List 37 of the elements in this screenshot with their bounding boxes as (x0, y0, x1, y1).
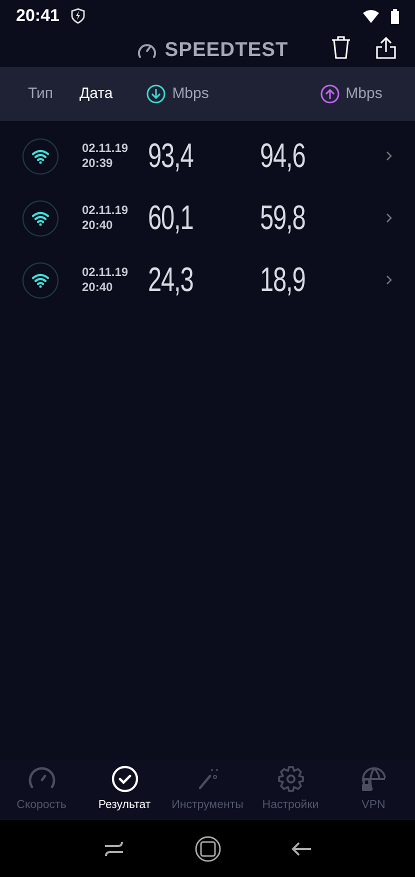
result-row[interactable]: 02.11.19 20:40 24,3 18,9 (0, 249, 415, 311)
delete-icon[interactable] (331, 36, 351, 60)
share-icon[interactable] (375, 36, 397, 60)
battery-icon (391, 8, 399, 24)
nav-tab[interactable]: Результат (83, 765, 166, 815)
upload-speed: 94,6 (260, 136, 306, 176)
result-date: 02.11.19 (82, 203, 130, 218)
status-time: 20:41 (16, 5, 60, 28)
column-header[interactable]: Дата (79, 82, 146, 106)
result-row[interactable]: 02.11.19 20:39 93,4 94,6 (0, 125, 415, 187)
check-circle-icon (110, 765, 138, 794)
download-column-header[interactable]: Mbps (146, 82, 320, 106)
chevron-right-icon (386, 151, 392, 161)
result-date: 02.11.19 (82, 141, 130, 156)
upload-speed: 59,8 (260, 198, 306, 238)
result-row[interactable]: 02.11.19 20:40 60,1 59,8 (0, 187, 415, 249)
result-time: 20:39 (82, 156, 114, 171)
home-icon[interactable] (194, 836, 220, 862)
download-speed: 60,1 (148, 198, 194, 238)
chevron-right-icon (386, 275, 392, 285)
wifi-signal-icon (363, 10, 379, 22)
download-speed: 24,3 (148, 260, 194, 300)
wifi-icon (22, 262, 59, 298)
back-icon[interactable] (290, 840, 312, 856)
chevron-right-icon (386, 213, 392, 223)
app-title: SPEEDTEST (164, 38, 288, 62)
column-header[interactable]: Тип (0, 82, 80, 106)
download-speed: 93,4 (148, 136, 194, 176)
wifi-icon (22, 200, 59, 236)
upload-speed: 18,9 (260, 260, 306, 300)
settings-icon (276, 765, 304, 794)
result-date: 02.11.19 (82, 265, 130, 280)
upload-column-header[interactable]: Mbps (320, 82, 415, 106)
shield-bolt-icon (71, 8, 86, 24)
wifi-icon (22, 138, 59, 174)
result-time: 20:40 (82, 218, 114, 233)
result-time: 20:40 (82, 280, 114, 295)
